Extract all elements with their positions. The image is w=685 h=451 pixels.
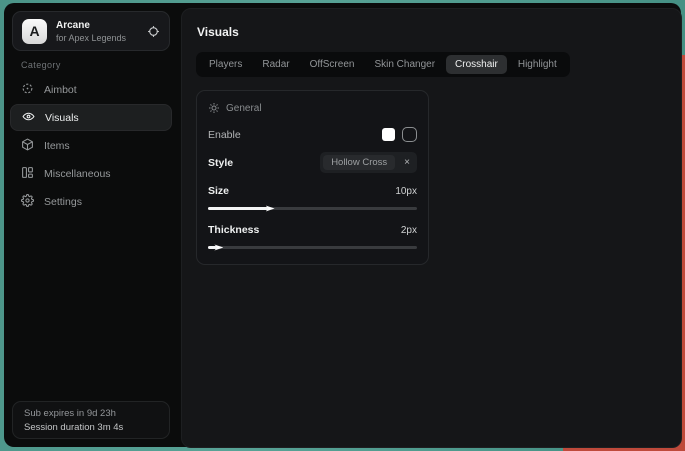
style-row: Style Hollow Cross ×: [208, 152, 417, 173]
visuals-icon: [22, 110, 35, 126]
sidebar-item-miscellaneous[interactable]: Miscellaneous: [10, 160, 172, 187]
color-swatch[interactable]: [382, 128, 395, 141]
style-value-chip: Hollow Cross: [323, 155, 395, 170]
sidebar-item-items[interactable]: Items: [10, 132, 172, 159]
thickness-label: Thickness: [208, 224, 259, 236]
tab-offscreen[interactable]: OffScreen: [301, 55, 364, 74]
brand-card: A Arcane for Apex Legends: [12, 11, 170, 51]
style-select[interactable]: Hollow Cross ×: [320, 152, 417, 173]
sidebar: A Arcane for Apex Legends Category: [4, 3, 178, 447]
sidebar-item-label: Settings: [44, 196, 82, 208]
general-card: General Enable Style Hollow Cross × Size: [196, 90, 429, 265]
session-duration-text: Session duration 3m 4s: [24, 422, 158, 433]
tab-skin-changer[interactable]: Skin Changer: [365, 55, 444, 74]
visuals-tabbar: Players Radar OffScreen Skin Changer Cro…: [196, 52, 570, 77]
brand-subtitle: for Apex Legends: [56, 33, 147, 43]
enable-row: Enable: [208, 127, 417, 142]
size-label: Size: [208, 185, 229, 197]
misc-icon: [21, 166, 34, 182]
thickness-setting: Thickness 2px: [208, 224, 417, 251]
tab-radar[interactable]: Radar: [253, 55, 298, 74]
size-slider[interactable]: [208, 205, 417, 212]
thickness-value: 2px: [401, 225, 417, 236]
page-title: Visuals: [197, 25, 667, 39]
aimbot-icon: [21, 82, 34, 98]
tab-crosshair[interactable]: Crosshair: [446, 55, 507, 74]
target-icon[interactable]: [147, 25, 160, 38]
subscription-card: Sub expires in 9d 23h Session duration 3…: [12, 401, 170, 439]
tab-players[interactable]: Players: [200, 55, 251, 74]
brand-logo: A: [22, 19, 47, 44]
sidebar-item-label: Miscellaneous: [44, 168, 111, 180]
sidebar-nav: Aimbot Visuals Items: [10, 76, 172, 216]
enable-label: Enable: [208, 129, 241, 141]
category-label: Category: [21, 60, 61, 70]
items-icon: [21, 138, 34, 154]
size-value: 10px: [395, 186, 417, 197]
thickness-slider[interactable]: [208, 244, 417, 251]
sidebar-item-aimbot[interactable]: Aimbot: [10, 76, 172, 103]
sidebar-item-label: Items: [44, 140, 70, 152]
sidebar-item-settings[interactable]: Settings: [10, 188, 172, 215]
tab-highlight[interactable]: Highlight: [509, 55, 566, 74]
sidebar-item-visuals[interactable]: Visuals: [10, 104, 172, 131]
style-label: Style: [208, 157, 233, 169]
enable-checkbox[interactable]: [402, 127, 417, 142]
sidebar-item-label: Visuals: [45, 112, 79, 124]
brand-name: Arcane: [56, 20, 147, 31]
card-title: General: [226, 103, 262, 114]
main-panel: Visuals Players Radar OffScreen Skin Cha…: [181, 8, 682, 448]
sidebar-item-label: Aimbot: [44, 84, 77, 96]
remove-style-icon[interactable]: ×: [404, 158, 410, 168]
general-gear-icon: [208, 102, 220, 114]
sub-expires-text: Sub expires in 9d 23h: [24, 408, 158, 419]
size-setting: Size 10px: [208, 185, 417, 212]
settings-gear-icon: [21, 194, 34, 210]
app-window: A Arcane for Apex Legends Category: [4, 3, 681, 447]
